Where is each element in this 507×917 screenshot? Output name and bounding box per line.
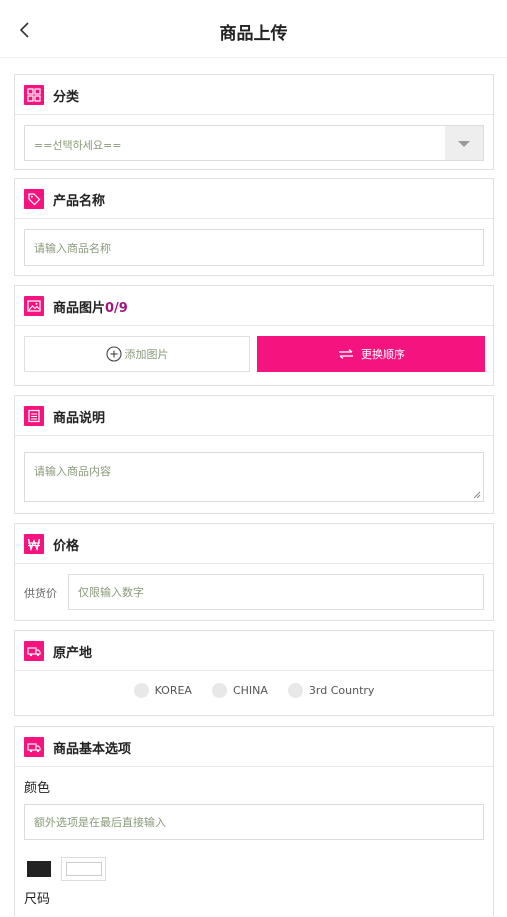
color-swatch-black[interactable]: [23, 857, 55, 881]
color-option-input[interactable]: 额外选项是在最后直接输入: [24, 804, 484, 840]
price-title: 价格: [53, 539, 80, 554]
category-section: 分类 ==선택하세요==: [14, 74, 494, 170]
reorder-label: 更换顺序: [361, 348, 405, 361]
swatch-fill: [65, 862, 102, 876]
add-image-label: 添加图片: [124, 348, 169, 361]
price-header: 价格: [15, 524, 493, 564]
origin-radio-group: KOREA CHINA 3rd Country: [15, 683, 493, 698]
origin-title: 原产地: [53, 646, 93, 661]
category-select[interactable]: ==선택하세요==: [24, 125, 484, 161]
product-images-section: 商品图片0/9 添加图片 更换顺序: [14, 285, 494, 386]
description-header: 商品说明: [15, 396, 493, 436]
price-section: 价格 供货价 仅限输入数字: [14, 523, 494, 621]
origin-section: 原产地 KOREA CHINA 3rd Country: [14, 630, 494, 716]
product-name-title: 产品名称: [53, 194, 106, 209]
product-name-section: 产品名称 请输入商品名称: [14, 178, 494, 276]
description-section: 商品说明 请输入商品内容: [14, 395, 494, 514]
radio-button[interactable]: [211, 683, 227, 698]
basic-options-title: 商品基本选项: [53, 742, 132, 757]
reorder-button[interactable]: 更换顺序: [257, 336, 485, 372]
product-name-input[interactable]: 请输入商品名称: [24, 229, 484, 266]
description-title: 商品说明: [53, 411, 106, 426]
description-textarea[interactable]: 请输入商品内容: [24, 452, 484, 502]
chevron-down-icon: [445, 126, 483, 160]
product-name-header: 产品名称: [15, 179, 493, 219]
product-images-title: 商品图片0/9: [53, 297, 128, 316]
product-images-header: 商品图片0/9: [15, 286, 493, 326]
image-icon: [24, 296, 44, 316]
color-swatch-white[interactable]: [61, 857, 106, 881]
grid-icon: [24, 85, 44, 105]
origin-option-korea[interactable]: KOREA: [133, 683, 192, 698]
plus-circle-icon: [105, 346, 122, 362]
basic-options-header: 商品基本选项: [15, 727, 493, 767]
product-images-label: 商品图片: [53, 301, 106, 316]
image-count: 0/9: [105, 301, 128, 316]
won-icon: [24, 534, 44, 554]
origin-option-china[interactable]: CHINA: [211, 683, 268, 698]
truck-icon: [24, 641, 44, 661]
swap-arrows-icon: [339, 349, 353, 359]
radio-button[interactable]: [133, 683, 149, 698]
page-header: 商品上传: [0, 0, 507, 58]
radio-button[interactable]: [287, 683, 303, 698]
supply-price-label: 供货价: [24, 587, 57, 600]
supply-price-input[interactable]: 仅限输入数字: [68, 574, 484, 610]
origin-option-label: CHINA: [232, 684, 268, 697]
color-label: 颜色: [24, 781, 51, 796]
basic-options-section: 商品基本选项 颜色 额外选项是在最后直接输入 尺码: [14, 726, 494, 916]
origin-option-label: KOREA: [154, 684, 192, 697]
swatch-fill: [27, 861, 51, 877]
category-title: 分类: [53, 90, 80, 105]
description-placeholder: 请输入商品内容: [34, 465, 111, 478]
add-image-button[interactable]: 添加图片: [24, 336, 250, 372]
tag-icon: [24, 189, 44, 209]
size-label: 尺码: [24, 892, 51, 907]
origin-header: 原产地: [15, 631, 493, 671]
truck-icon: [24, 737, 44, 757]
category-header: 分类: [15, 75, 493, 115]
origin-option-3rd-country[interactable]: 3rd Country: [287, 683, 375, 698]
origin-option-label: 3rd Country: [308, 684, 375, 697]
document-icon: [24, 406, 44, 426]
resize-handle-icon[interactable]: [473, 491, 481, 499]
category-select-value: ==선택하세요==: [34, 139, 122, 152]
page-title: 商品上传: [219, 24, 288, 44]
